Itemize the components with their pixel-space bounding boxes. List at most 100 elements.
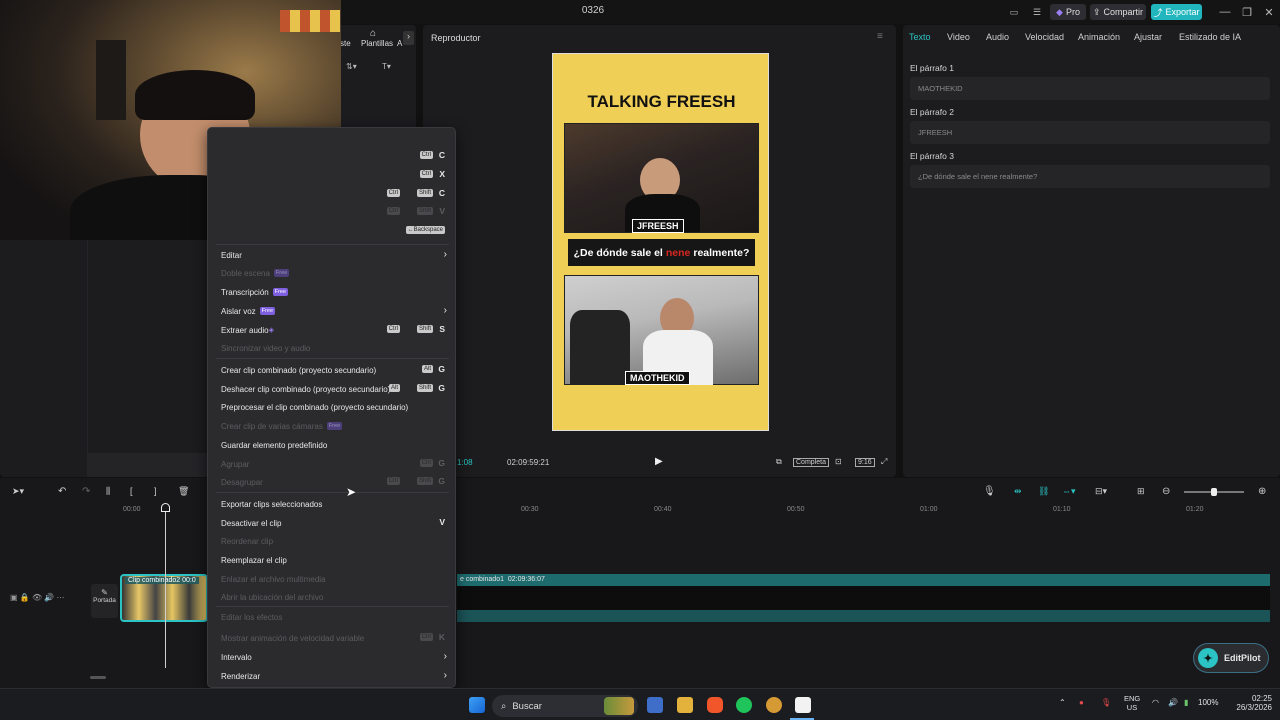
share-button[interactable]: ⇪ Compartir xyxy=(1090,4,1146,20)
menu-item[interactable]: Transcripción Free xyxy=(208,283,457,301)
delete-icon[interactable]: 🗑 xyxy=(178,486,189,497)
file-explorer-icon[interactable] xyxy=(677,697,693,713)
mic-icon[interactable]: 🎙 xyxy=(983,486,996,497)
menu-list-icon[interactable]: ☰ xyxy=(1028,4,1046,20)
close-icon[interactable]: ✕ xyxy=(1260,4,1278,20)
trim-left-icon[interactable]: [ xyxy=(130,486,133,496)
language-indicator[interactable]: ENG US xyxy=(1124,694,1140,712)
layout-icon[interactable]: ▭ xyxy=(1004,4,1024,20)
menu-item[interactable]: Editar › xyxy=(208,246,457,264)
track-controls[interactable]: ▣ 🔒 👁 🔊 ⋯ xyxy=(10,593,65,602)
menu-item[interactable]: Guardar elemento predefinido xyxy=(208,436,457,454)
video-preview[interactable]: TALKING FREESH JFREESH ¿De dónde sale el… xyxy=(552,53,769,431)
menu-item-label: Exportar clips seleccionados xyxy=(221,499,323,509)
cover-button[interactable]: ✎ Portada xyxy=(91,584,118,618)
store-icon[interactable] xyxy=(647,697,663,713)
menu-shortcut-row[interactable]: C Shift Ctrl xyxy=(208,185,457,203)
menu-item[interactable]: Crear clip combinado (proyecto secundari… xyxy=(208,361,457,379)
volume-icon[interactable]: 🔊 xyxy=(1168,698,1178,707)
zoom-in-icon[interactable]: ⊕ xyxy=(1258,486,1266,497)
battery-icon[interactable]: ▮ xyxy=(1184,698,1188,707)
menu-shortcut-row[interactable]: V Shift Ctrl xyxy=(208,203,457,221)
tray-mic-icon[interactable]: 🎙 xyxy=(1101,698,1111,707)
tab-audio[interactable]: Audio xyxy=(986,32,1009,42)
paragraph-3-input[interactable]: ¿De dónde sale el nene realmente? xyxy=(910,165,1270,188)
tray-chevron-icon[interactable]: ⌃ xyxy=(1059,698,1066,707)
start-icon[interactable] xyxy=(469,697,485,713)
menu-item[interactable]: Preprocesar el clip combinado (proyecto … xyxy=(208,398,457,416)
fullscreen-icon[interactable]: ⤢ xyxy=(881,457,887,467)
redo-icon[interactable]: ↷ xyxy=(82,486,90,497)
tab-velocidad[interactable]: Velocidad xyxy=(1025,32,1064,42)
player-menu-icon[interactable]: ≡ xyxy=(877,31,883,42)
paragraph-2-input[interactable]: JFREESH xyxy=(910,121,1270,144)
menu-item[interactable]: Reemplazar el clip xyxy=(208,551,457,569)
tab-video[interactable]: Video xyxy=(947,32,970,42)
menu-shortcut-row[interactable]: C Ctrl xyxy=(208,147,457,165)
window-title: 0326 xyxy=(581,5,605,16)
tab-templates[interactable]: Plantillas xyxy=(361,39,393,48)
ratio-select[interactable]: 9:16 xyxy=(855,458,875,467)
menu-item[interactable]: Renderizar › xyxy=(208,667,457,685)
menu-shortcut-row[interactable]: X Ctrl xyxy=(208,166,457,184)
tray-app-icon[interactable]: ● xyxy=(1079,698,1084,707)
menu-item: Desagrupar G Shift Ctrl xyxy=(208,473,457,491)
snap-icon[interactable]: ⇔▾ xyxy=(1062,486,1076,497)
zoom-slider-handle[interactable] xyxy=(1211,488,1217,496)
tab-partial-2[interactable]: A xyxy=(397,39,402,48)
timeline-scrollbar[interactable] xyxy=(90,676,106,679)
chevron-right-icon[interactable]: › xyxy=(403,31,414,45)
spotify-icon[interactable] xyxy=(736,697,752,713)
tab-animacion[interactable]: Animación xyxy=(1078,32,1120,42)
menu-kbd-badge: Shift xyxy=(416,384,433,392)
undo-icon[interactable]: ↶ xyxy=(58,486,66,497)
menu-item[interactable]: Deshacer clip combinado (proyecto secund… xyxy=(208,380,457,398)
taskbar-search[interactable]: ⌕ Buscar xyxy=(492,695,638,717)
editpilot-button[interactable]: ✦ EditPilot xyxy=(1194,644,1268,672)
crop-icon[interactable]: ⧉ xyxy=(776,457,782,467)
inspector-panel: Texto Video Audio Velocidad Animación Aj… xyxy=(903,25,1280,477)
wifi-icon[interactable]: ◠ xyxy=(1152,698,1159,707)
screenshot-icon[interactable]: ⊡ xyxy=(835,457,842,466)
free-badge: Free xyxy=(273,269,290,277)
capcut-icon[interactable] xyxy=(795,697,811,713)
menu-item-label: Reemplazar el clip xyxy=(221,555,287,565)
menu-kbd-badge: Alt xyxy=(421,365,433,373)
combined-clip[interactable]: Clip combinado2 00:0 xyxy=(120,574,208,622)
menu-item[interactable]: Intervalo › xyxy=(208,648,457,666)
magnet-icon[interactable]: ⇹ xyxy=(1014,486,1022,497)
export-button[interactable]: ⤴ Exportar xyxy=(1151,4,1202,20)
split-icon[interactable]: ⫼ xyxy=(106,486,110,497)
tab-estilizado[interactable]: Estilizado de IA xyxy=(1179,32,1241,42)
link-icon[interactable]: ⛓ xyxy=(1038,486,1049,497)
paragraph-1-input[interactable]: MAOTHEKID xyxy=(910,77,1270,100)
select-tool-icon[interactable]: ➤▾ xyxy=(12,486,24,497)
tab-ajustar[interactable]: Ajustar xyxy=(1134,32,1162,42)
menu-item[interactable]: Aislar voz Free › xyxy=(208,302,457,320)
quality-select[interactable]: Completa xyxy=(793,458,829,467)
zoom-out-icon[interactable]: ⊖ xyxy=(1162,486,1170,497)
menu-key: C xyxy=(438,150,445,160)
filter-icon[interactable]: T▾ xyxy=(382,62,391,71)
sort-icon[interactable]: ⇅▾ xyxy=(346,62,357,71)
menu-item[interactable]: Extraer audio ◈ S Shift Ctrl xyxy=(208,321,457,339)
play-icon[interactable]: ▶ xyxy=(655,456,663,467)
preview-axis-icon[interactable]: ⊟▾ xyxy=(1095,486,1107,497)
tab-partial[interactable]: ste xyxy=(340,39,351,48)
menu-key: G xyxy=(438,383,445,393)
playhead[interactable] xyxy=(165,508,166,668)
clock[interactable]: 02:25 26/3/2026 xyxy=(1228,694,1272,712)
menu-shortcut-row[interactable]: ←Backspace xyxy=(208,222,457,240)
trim-right-icon[interactable]: ] xyxy=(154,486,157,496)
minimize-icon[interactable]: — xyxy=(1216,4,1234,20)
brave-icon[interactable] xyxy=(707,697,723,713)
pro-button[interactable]: ◆ Pro xyxy=(1050,4,1086,20)
menu-item[interactable]: Desactivar el clip V xyxy=(208,514,457,532)
menu-key: X xyxy=(439,169,445,179)
game-app-icon[interactable] xyxy=(766,697,782,713)
tab-texto[interactable]: Texto xyxy=(909,32,931,42)
caption-icon[interactable]: ⊞ xyxy=(1137,486,1145,497)
restore-icon[interactable]: ❐ xyxy=(1238,4,1256,20)
playhead-handle[interactable] xyxy=(161,503,170,512)
menu-item[interactable]: Exportar clips seleccionados xyxy=(208,495,457,513)
